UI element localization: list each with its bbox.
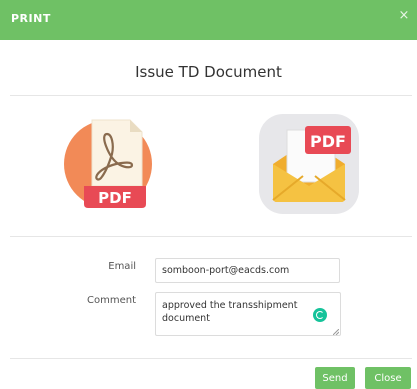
pdf-file-icon-text: PDF <box>98 189 132 207</box>
pdf-email-icon[interactable]: PDF <box>255 112 363 216</box>
pdf-file-icon[interactable]: PDF <box>62 112 170 212</box>
dialog-header-title: PRINT <box>11 12 51 25</box>
send-button[interactable]: Send <box>315 367 355 389</box>
email-field[interactable] <box>155 258 340 283</box>
dialog-title: Issue TD Document <box>135 63 282 81</box>
divider <box>10 95 412 96</box>
email-label: Email <box>108 261 136 272</box>
grammarly-icon[interactable] <box>313 308 327 322</box>
pdf-email-icon-text: PDF <box>310 132 346 151</box>
dialog-header: PRINT × <box>0 0 417 40</box>
comment-label: Comment <box>87 295 136 306</box>
close-icon[interactable]: × <box>397 9 411 23</box>
divider <box>10 236 412 237</box>
divider <box>10 358 412 359</box>
resize-handle-icon[interactable] <box>333 329 339 335</box>
close-button[interactable]: Close <box>365 367 411 389</box>
